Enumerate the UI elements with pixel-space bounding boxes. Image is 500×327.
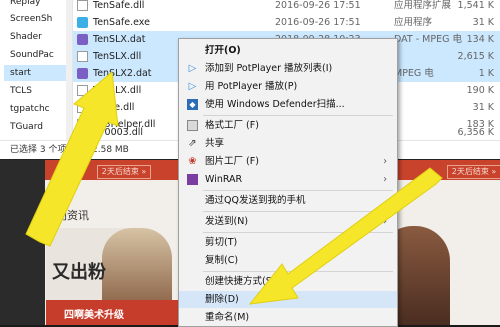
menu-item-label: 剪切(T) (205, 237, 238, 248)
format-factory-icon (187, 120, 198, 131)
navigation-pane: Replay ScreenSh Shader SoundPac start TC… (0, 0, 73, 158)
menu-item-send-to[interactable]: 发送到(N) › (179, 213, 397, 230)
menu-item-label: 创建快捷方式(S) (205, 276, 276, 287)
dat-icon (77, 68, 88, 79)
file-size: 6,356 K (457, 127, 494, 138)
file-size: 1,541 K (457, 0, 494, 11)
promo-title: 又出粉 (52, 262, 106, 283)
menu-separator (203, 211, 393, 212)
file-type: MPEG 电 (394, 68, 434, 79)
menu-item-label: 删除(D) (205, 294, 239, 305)
menu-item-label: 用 PotPlayer 播放(P) (205, 81, 298, 92)
dll-icon (77, 51, 88, 62)
winrar-icon (187, 174, 198, 185)
file-name: TenSLX.dll (93, 85, 142, 96)
menu-item-cut[interactable]: 剪切(T) (179, 234, 397, 251)
menu-item-picture-factory[interactable]: ❀ 图片工厂 (F) › (179, 153, 397, 170)
nav-item-screensh[interactable]: ScreenSh (4, 11, 70, 27)
menu-item-add-to-potplayer[interactable]: ▷ 添加到 PotPlayer 播放列表(I) (179, 60, 397, 77)
menu-item-label: WinRAR (205, 174, 243, 185)
menu-item-format-factory[interactable]: 格式工厂 (F) (179, 117, 397, 134)
play-icon: ▷ (188, 81, 197, 92)
file-type: 应用程序扩展 (394, 0, 452, 11)
menu-item-create-shortcut[interactable]: 创建快捷方式(S) (179, 273, 397, 290)
menu-separator (203, 190, 393, 191)
chevron-right-icon: › (383, 216, 387, 227)
file-row[interactable]: TenSafe.dll 2016-09-26 17:51 应用程序扩展 1,54… (73, 0, 500, 14)
file-size: 31 K (472, 17, 494, 28)
menu-item-label: 打开(O) (205, 45, 241, 56)
dat-icon (77, 34, 88, 45)
exe-icon (77, 17, 88, 28)
nav-item-replay[interactable]: Replay (4, 0, 70, 10)
menu-item-winrar[interactable]: WinRAR › (179, 171, 397, 188)
shield-icon: ◆ (187, 99, 198, 110)
file-name: TenSLX.dll (93, 51, 142, 62)
file-name: TenSLX2.dat (93, 68, 152, 79)
menu-item-rename[interactable]: 重命名(M) (179, 309, 397, 326)
menu-item-label: 图片工厂 (F) (205, 156, 259, 167)
file-name: TenSLX.dat (93, 34, 146, 45)
file-size: 2,615 K (457, 51, 494, 62)
menu-separator (203, 115, 393, 116)
file-type: 应用程序 (394, 17, 433, 28)
chevron-right-icon: › (383, 174, 387, 185)
play-icon: ▷ (188, 63, 197, 74)
file-date: 2016-09-26 17:51 (275, 17, 361, 28)
nav-item-soundpac[interactable]: SoundPac (4, 47, 70, 63)
menu-item-send-qq-phone[interactable]: 通过QQ发送到我的手机 (179, 192, 397, 209)
file-size: 31 K (472, 102, 494, 113)
event-tag-left[interactable]: 2天后结束 » (97, 165, 151, 179)
menu-item-delete[interactable]: 删除(D) (179, 291, 397, 308)
nav-item-start[interactable]: start (4, 65, 70, 81)
dll-icon (77, 85, 88, 96)
nav-item-tguard[interactable]: TGuard (4, 119, 70, 135)
navigation-scrollbar[interactable] (66, 0, 72, 140)
file-row[interactable]: TenSafe.exe 2016-09-26 17:51 应用程序 31 K (73, 14, 500, 31)
nav-item-tcls[interactable]: TCLS (4, 83, 70, 99)
dll-icon (77, 0, 88, 11)
event-tag-right[interactable]: 2天后结束 » (447, 165, 500, 179)
menu-item-play-potplayer[interactable]: ▷ 用 PotPlayer 播放(P) (179, 78, 397, 95)
menu-item-share[interactable]: ⇗ 共享 (179, 135, 397, 152)
menu-item-defender-scan[interactable]: ◆ 使用 Windows Defender扫描... (179, 96, 397, 113)
file-date: 2016-09-26 17:51 (275, 0, 361, 11)
menu-item-label: 使用 Windows Defender扫描... (205, 99, 345, 110)
menu-item-label: 添加到 PotPlayer 播放列表(I) (205, 63, 333, 74)
hot-news-heading: 热门资讯 (45, 209, 89, 222)
menu-item-label: 重命名(M) (205, 312, 250, 323)
side-decoration (0, 160, 45, 325)
chevron-right-icon: › (383, 156, 387, 167)
menu-separator (203, 271, 393, 272)
menu-item-label: 复制(C) (205, 255, 239, 266)
menu-separator (203, 232, 393, 233)
dll-icon (77, 127, 88, 138)
nav-item-tgpatchc[interactable]: tgpatchc (4, 101, 70, 117)
file-size: 190 K (466, 85, 494, 96)
selection-count: 已选择 3 个项目 (10, 145, 76, 155)
menu-item-copy[interactable]: 复制(C) (179, 252, 397, 269)
file-name: Tence.dll (93, 102, 135, 113)
menu-item-label: 发送到(N) (205, 216, 249, 227)
promo-bar[interactable]: 四啊美术升级 (46, 300, 186, 325)
picture-factory-icon: ❀ (188, 156, 197, 167)
context-menu: 打开(O) ▷ 添加到 PotPlayer 播放列表(I) ▷ 用 PotPla… (178, 38, 398, 327)
menu-item-label: 通过QQ发送到我的手机 (205, 195, 306, 206)
file-size: 1 K (478, 68, 494, 79)
nav-item-shader[interactable]: Shader (4, 29, 70, 45)
file-type: DAT - MPEG 电 (394, 34, 462, 45)
selection-size: 2.58 MB (92, 145, 129, 155)
promo-bar-text: 四啊美术升级 (64, 310, 124, 321)
file-name: TenSafe.dll (93, 0, 145, 11)
menu-item-label: 共享 (205, 138, 225, 149)
file-size: 134 K (466, 34, 494, 45)
file-name: TenSafe.exe (93, 17, 150, 28)
dll-icon (77, 102, 88, 113)
share-icon: ⇗ (188, 138, 197, 149)
menu-item-open[interactable]: 打开(O) (179, 42, 397, 59)
menu-item-label: 格式工厂 (F) (205, 120, 259, 131)
file-name: TP0003.dll (93, 127, 144, 138)
